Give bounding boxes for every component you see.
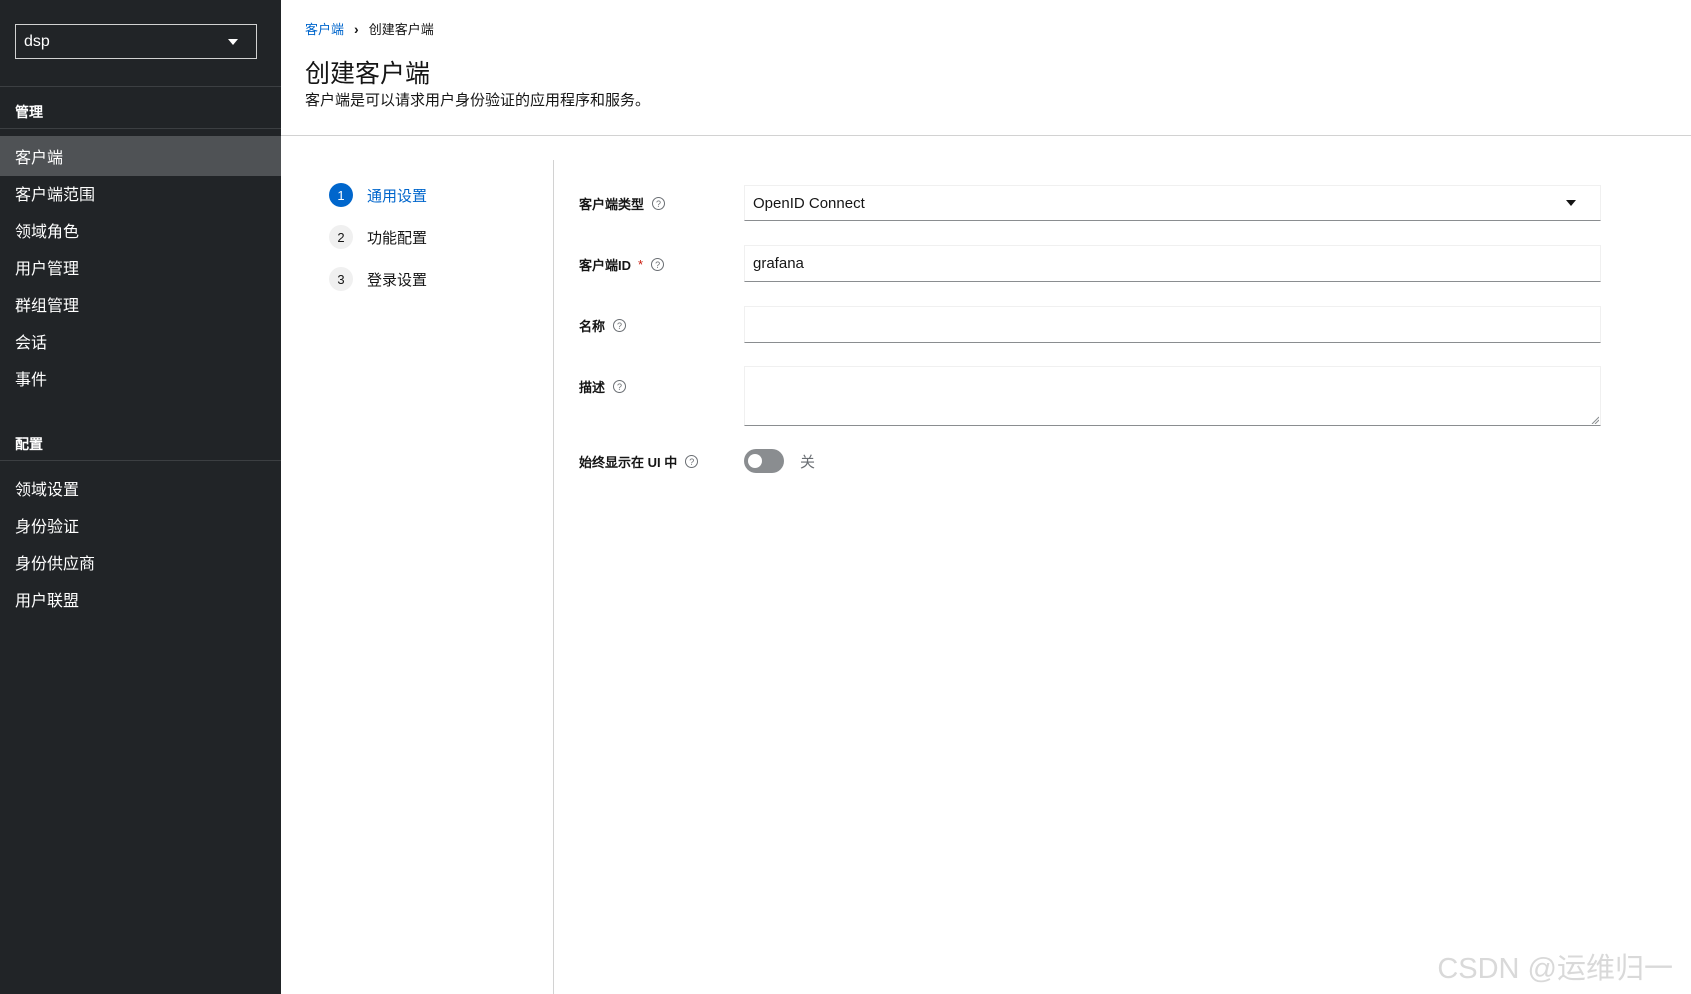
help-icon[interactable]: ? [613, 319, 627, 332]
sidebar-item-user-federation[interactable]: 用户联盟 [0, 579, 281, 619]
sidebar-item-events[interactable]: 事件 [0, 358, 281, 398]
caret-down-icon [1566, 200, 1576, 206]
client-type-label: 客户端类型 ? [579, 194, 666, 213]
step-label: 通用设置 [367, 187, 428, 205]
realm-select[interactable]: dsp [15, 24, 257, 59]
sidebar-divider [0, 460, 281, 461]
always-display-label: 始终显示在 UI 中 ? [579, 452, 699, 471]
sidebar-item-users[interactable]: 用户管理 [0, 247, 281, 287]
sidebar-divider [0, 86, 281, 87]
help-icon[interactable]: ? [613, 380, 627, 393]
nav-group-title-configure: 配置 [15, 436, 43, 452]
sidebar-item-identity-providers[interactable]: 身份供应商 [0, 542, 281, 582]
breadcrumb-separator-icon: › [354, 20, 359, 37]
breadcrumb-current: 创建客户端 [368, 22, 434, 37]
toggle-state-label: 关 [800, 454, 816, 471]
client-id-label: 客户端ID * ? [579, 255, 665, 274]
breadcrumb: 客户端 › 创建客户端 [305, 19, 434, 38]
help-icon[interactable]: ? [652, 197, 666, 210]
sidebar-item-realm-roles[interactable]: 领域角色 [0, 210, 281, 250]
realm-select-value: dsp [24, 32, 50, 50]
toggle-knob [748, 454, 762, 468]
step-label: 功能配置 [367, 229, 428, 247]
step-label: 登录设置 [367, 271, 428, 289]
header-divider [281, 135, 1691, 136]
client-type-label-text: 客户端类型 [579, 197, 645, 212]
page-description: 客户端是可以请求用户身份验证的应用程序和服务。 [305, 92, 651, 109]
description-label-text: 描述 [579, 380, 606, 395]
step-number: 2 [329, 225, 353, 249]
client-type-select[interactable]: OpenID Connect [744, 185, 1601, 221]
required-marker: * [638, 257, 644, 272]
always-display-toggle[interactable] [744, 449, 784, 473]
client-id-label-text: 客户端ID [579, 258, 632, 273]
wizard-step-login[interactable]: 3 登录设置 [329, 267, 427, 291]
name-input[interactable] [744, 306, 1601, 343]
sidebar-item-realm-settings[interactable]: 领域设置 [0, 468, 281, 508]
sidebar-item-client-scopes[interactable]: 客户端范围 [0, 173, 281, 213]
step-number: 1 [329, 183, 353, 207]
breadcrumb-link-clients[interactable]: 客户端 [305, 19, 344, 38]
sidebar-item-clients[interactable]: 客户端 [0, 136, 281, 176]
sidebar-item-sessions[interactable]: 会话 [0, 321, 281, 361]
wizard-step-capability[interactable]: 2 功能配置 [329, 225, 427, 249]
client-type-value: OpenID Connect [753, 194, 865, 212]
help-icon[interactable]: ? [685, 455, 699, 468]
wizard-divider [553, 160, 554, 994]
step-number: 3 [329, 267, 353, 291]
always-display-label-text: 始终显示在 UI 中 [579, 455, 678, 470]
watermark: CSDN @运维归一 [1437, 953, 1673, 985]
client-id-input[interactable]: grafana [744, 245, 1601, 282]
description-label: 描述 ? [579, 377, 627, 396]
name-label-text: 名称 [579, 319, 606, 334]
sidebar-item-authentication[interactable]: 身份验证 [0, 505, 281, 545]
wizard-step-general[interactable]: 1 通用设置 [329, 183, 427, 207]
description-textarea[interactable] [744, 366, 1601, 426]
sidebar-divider [0, 128, 281, 129]
nav-group-title-manage: 管理 [15, 104, 43, 120]
page-title: 创建客户端 [305, 60, 431, 88]
name-label: 名称 ? [579, 316, 627, 335]
caret-down-icon [228, 38, 238, 45]
sidebar: dsp 管理 客户端 客户端范围 领域角色 用户管理 群组管理 会话 事件 配置… [0, 0, 281, 994]
sidebar-item-groups[interactable]: 群组管理 [0, 284, 281, 324]
resize-grip-icon[interactable] [1591, 416, 1599, 424]
help-icon[interactable]: ? [651, 258, 665, 271]
